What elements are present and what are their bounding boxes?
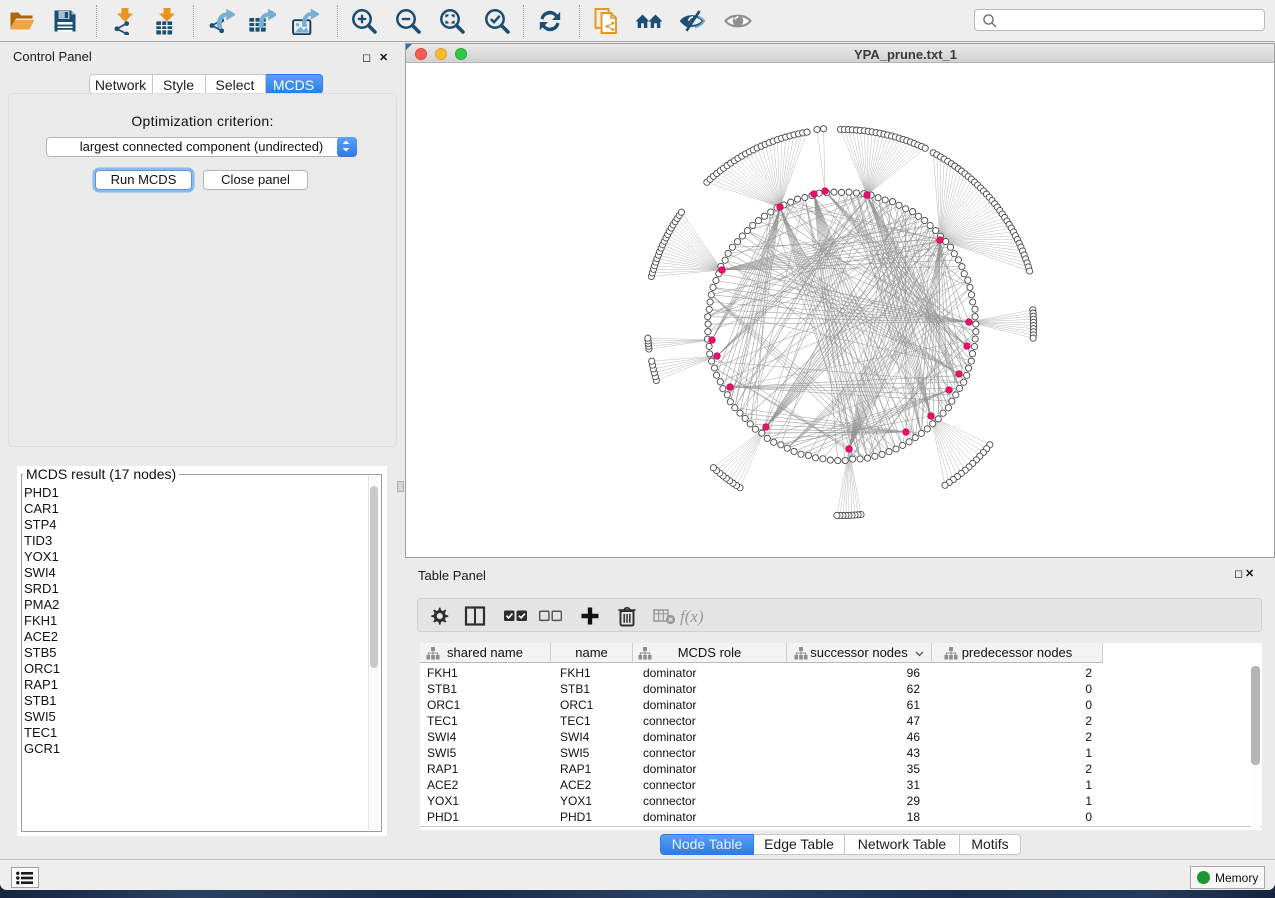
svg-text:f(x): f(x) xyxy=(680,607,704,626)
